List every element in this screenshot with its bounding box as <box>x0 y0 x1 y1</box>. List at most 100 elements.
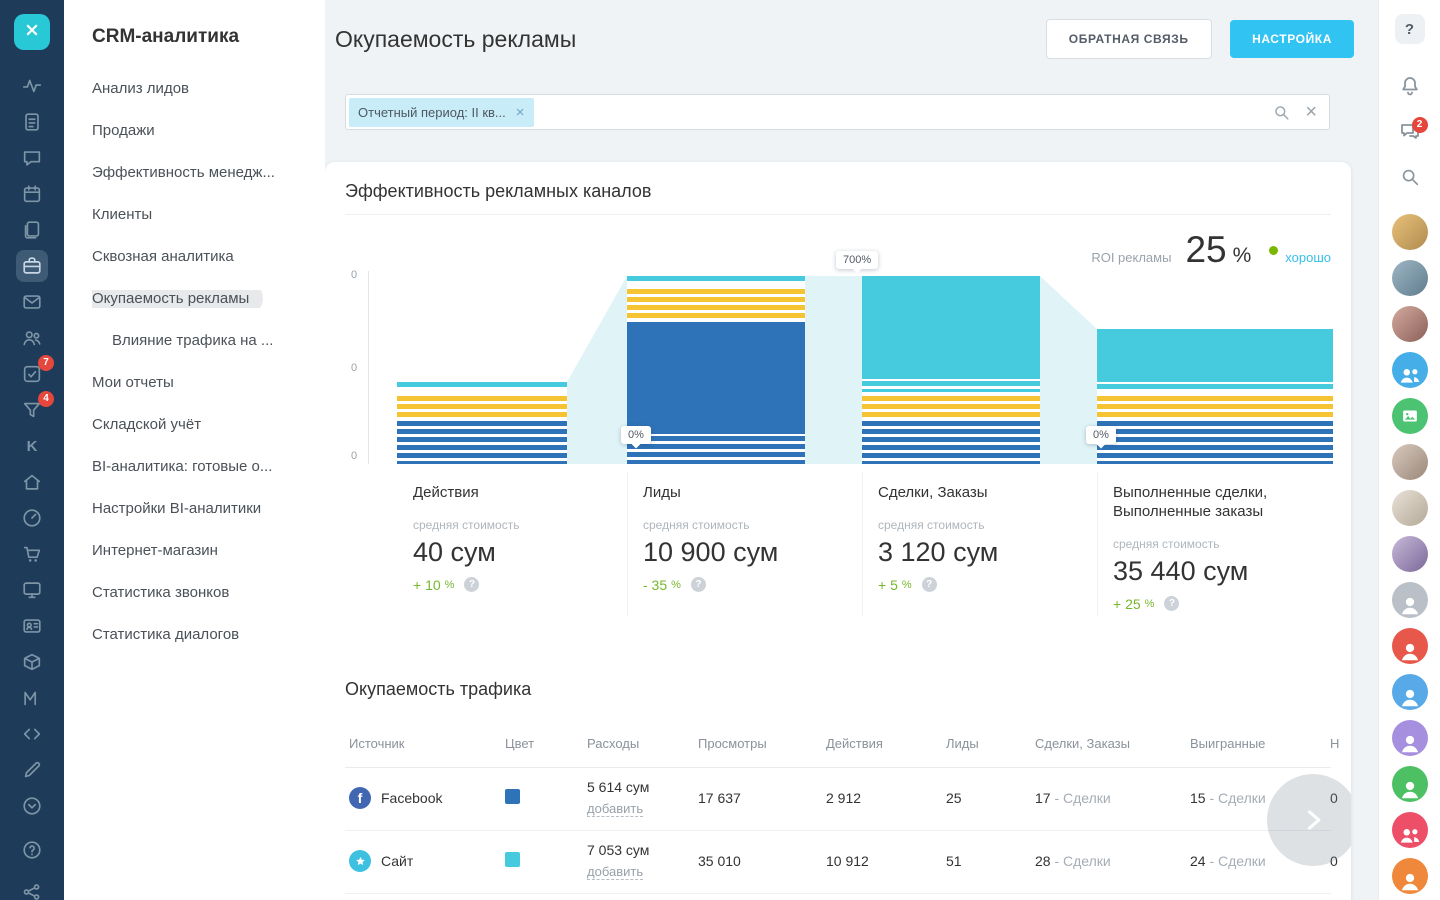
user-avatar[interactable] <box>1392 398 1428 434</box>
sidebar-item-6[interactable]: Окупаемость рекламы <box>92 290 311 308</box>
stage-stat-1: Действия средняя стоимость 40 сум + 10%? <box>413 484 613 593</box>
conversion-tooltip: 0% <box>621 426 651 444</box>
rail-item-tasks-counter[interactable]: 7 <box>16 358 48 390</box>
rail-item-sales-funnel[interactable]: 4 <box>16 394 48 426</box>
help-icon[interactable]: ? <box>691 577 706 592</box>
stats-divider <box>1097 472 1098 616</box>
help-icon[interactable]: ? <box>922 577 937 592</box>
feedback-button[interactable]: ОБРАТНАЯ СВЯЗЬ <box>1046 19 1212 59</box>
filter-bar[interactable]: Отчетный период: II кв... × × <box>345 94 1330 130</box>
sidebar-item-8[interactable]: Мои отчеты <box>92 374 311 392</box>
channels-section-title: Эффективность рекламных каналов <box>345 162 1331 215</box>
funnel-column-2 <box>627 229 805 464</box>
add-costs-link[interactable]: добавить <box>587 801 643 817</box>
table-row: fFacebook 5 614 сумдобавить 17 637 2 912… <box>345 768 1331 831</box>
search-icon[interactable] <box>1272 103 1291 122</box>
sidebar-item-4[interactable]: Клиенты <box>92 206 311 224</box>
user-avatar[interactable] <box>1392 260 1428 296</box>
user-avatar[interactable] <box>1392 858 1428 894</box>
stage-delta: + 5%? <box>878 577 1098 593</box>
user-avatar[interactable] <box>1392 674 1428 710</box>
rail-item-online-office[interactable] <box>16 574 48 606</box>
rail-item-tasks[interactable] <box>16 106 48 138</box>
user-avatar[interactable] <box>1392 214 1428 250</box>
settings-button[interactable]: НАСТРОЙКА <box>1230 20 1354 58</box>
sidebar-item-2[interactable]: Продажи <box>92 122 311 140</box>
stats-divider <box>627 472 628 616</box>
conversion-tooltip: 700% <box>836 251 878 269</box>
rail-item-employees[interactable] <box>16 322 48 354</box>
user-avatar[interactable] <box>1392 582 1428 618</box>
user-avatar[interactable] <box>1392 352 1428 388</box>
rail-item-network[interactable] <box>16 876 48 900</box>
sidebar-item-14[interactable]: Статистика диалогов <box>92 626 311 644</box>
filter-chip-remove-icon[interactable]: × <box>516 105 525 120</box>
sidebar-item-10[interactable]: BI-аналитика: готовые о... <box>92 458 311 476</box>
carousel-next-button[interactable] <box>1267 774 1351 866</box>
rail-item-sites[interactable] <box>16 466 48 498</box>
user-avatar[interactable] <box>1392 444 1428 480</box>
logo-button[interactable] <box>14 14 50 50</box>
sidebar-item-7[interactable]: Влияние трафика на ... <box>92 332 311 350</box>
user-avatar[interactable] <box>1392 812 1428 848</box>
filter-chip[interactable]: Отчетный период: II кв... × <box>349 98 534 127</box>
rail-item-marketing[interactable] <box>16 682 48 714</box>
filter-clear-icon[interactable]: × <box>1305 102 1317 122</box>
page-title: Окупаемость рекламы <box>335 26 576 53</box>
dialogs-icon[interactable]: 2 <box>1398 120 1422 144</box>
y-axis-label: 0 <box>351 362 357 374</box>
rail-item-developer-tools[interactable] <box>16 718 48 750</box>
notifications-bell-icon[interactable] <box>1398 74 1422 98</box>
sidebar-item-1[interactable]: Анализ лидов <box>92 80 311 98</box>
customize-icon <box>21 759 43 781</box>
user-avatar[interactable] <box>1392 490 1428 526</box>
stage-subtitle: средняя стоимость <box>643 518 863 532</box>
traffic-table-header: ИсточникЦветРасходыПросмотрыДействияЛиды… <box>345 724 1331 768</box>
rail-item-online-shop[interactable] <box>16 538 48 570</box>
funnel-segment <box>862 381 1040 392</box>
funnel-column-3 <box>862 229 1040 464</box>
rail-item-warehouse[interactable] <box>16 646 48 678</box>
stage-stat-4: Выполненные сделки,Выполненные заказы ср… <box>1113 484 1351 612</box>
user-avatar[interactable] <box>1392 766 1428 802</box>
counter-badge: 7 <box>38 355 54 371</box>
sidebar-item-3[interactable]: Эффективность менедж... <box>92 164 311 182</box>
add-costs-link[interactable]: добавить <box>587 864 643 880</box>
rail-item-rail-help[interactable] <box>16 834 48 866</box>
rail-item-crm[interactable] <box>16 250 48 282</box>
online-office-icon <box>21 579 43 601</box>
rail-item-knowledge-base[interactable]: K <box>16 430 48 462</box>
column-header: Н <box>1330 736 1351 751</box>
rail-item-documents[interactable] <box>16 214 48 246</box>
y-axis-label: 0 <box>351 450 357 462</box>
rail-item-performance[interactable] <box>16 502 48 534</box>
sidebar-item-11[interactable]: Настройки BI-аналитики <box>92 500 311 518</box>
search-users-icon[interactable] <box>1399 166 1421 188</box>
performance-icon <box>21 507 43 529</box>
sidebar-item-9[interactable]: Складской учёт <box>92 416 311 434</box>
user-avatar[interactable] <box>1392 536 1428 572</box>
column-header: Сделки, Заказы <box>1035 736 1190 751</box>
sidebar-item-5[interactable]: Сквозная аналитика <box>92 248 311 266</box>
sidebar-item-12[interactable]: Интернет-магазин <box>92 542 311 560</box>
rail-item-more-menu[interactable] <box>16 790 48 822</box>
question-icon <box>21 839 43 861</box>
user-avatar[interactable] <box>1392 306 1428 342</box>
rail-item-customize[interactable] <box>16 754 48 786</box>
rail-item-mail[interactable] <box>16 286 48 318</box>
user-avatar[interactable] <box>1392 628 1428 664</box>
rail-item-contact-center[interactable] <box>16 610 48 642</box>
header-actions: ОБРАТНАЯ СВЯЗЬ НАСТРОЙКА <box>1046 19 1354 59</box>
funnel-segment <box>862 421 1040 464</box>
helpdesk-button[interactable]: ? <box>1395 14 1425 44</box>
user-avatar[interactable] <box>1392 720 1428 756</box>
sidebar-item-13[interactable]: Статистика звонков <box>92 584 311 602</box>
column-header: Цвет <box>505 736 587 751</box>
rail-item-live-feed[interactable] <box>16 70 48 102</box>
rail-item-messenger[interactable] <box>16 142 48 174</box>
help-icon[interactable]: ? <box>464 577 479 592</box>
right-rail: ? 2 <box>1378 0 1440 900</box>
rail-item-calendar[interactable] <box>16 178 48 210</box>
help-icon[interactable]: ? <box>1164 596 1179 611</box>
views-cell: 35 010 <box>698 853 826 869</box>
